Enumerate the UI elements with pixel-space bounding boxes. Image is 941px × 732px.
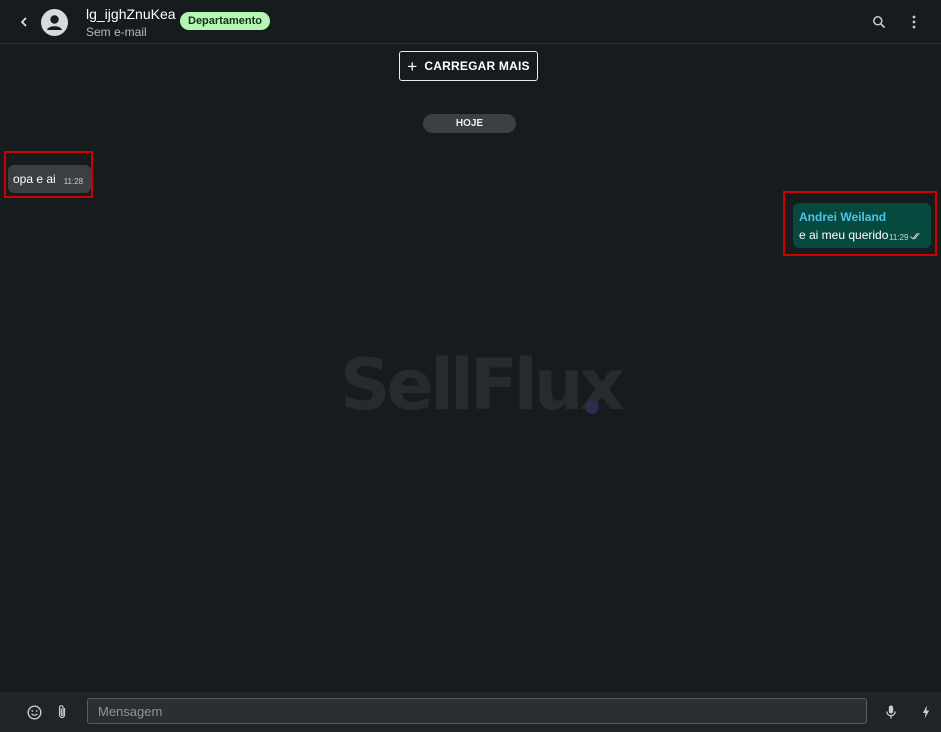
double-check-icon	[910, 232, 920, 240]
search-button[interactable]	[869, 12, 889, 32]
incoming-message-time: 11:28	[63, 177, 84, 186]
message-composer	[0, 692, 941, 732]
sender-name: Andrei Weiland	[799, 210, 887, 224]
chevron-left-icon	[20, 17, 27, 27]
search-icon	[873, 16, 886, 29]
chat-app: lg_ijghZnuKea Sem e-mail Departamento + …	[0, 0, 941, 732]
avatar-icon	[47, 15, 62, 30]
load-more-label: CARREGAR MAIS	[424, 59, 530, 73]
contact-name: lg_ijghZnuKea	[86, 6, 176, 22]
mic-icon	[886, 705, 896, 719]
chat-header: lg_ijghZnuKea Sem e-mail Departamento	[0, 0, 941, 44]
incoming-message[interactable]: opa e ai 11:28	[8, 165, 92, 193]
attach-icon	[58, 705, 66, 719]
attach-button[interactable]	[52, 702, 72, 722]
more-vert-icon	[912, 15, 916, 29]
outgoing-message[interactable]: Andrei Weiland e ai meu querido 11:29	[793, 203, 931, 248]
department-badge[interactable]: Departamento	[180, 12, 270, 30]
outgoing-message-time: 11:29	[889, 233, 909, 242]
contact-email: Sem e-mail	[86, 25, 147, 39]
mic-button[interactable]	[881, 702, 901, 722]
more-options-button[interactable]	[904, 12, 924, 32]
incoming-message-text: opa e ai	[13, 172, 56, 186]
date-separator: HOJE	[423, 114, 516, 133]
watermark-dot	[585, 400, 599, 414]
back-button[interactable]	[14, 12, 34, 32]
quick-reply-button[interactable]	[916, 702, 936, 722]
sellflux-watermark: SellFlux	[340, 344, 625, 426]
plus-icon: +	[407, 56, 418, 76]
emoji-button[interactable]	[24, 702, 44, 722]
avatar[interactable]	[41, 9, 68, 36]
load-more-button[interactable]: + CARREGAR MAIS	[399, 51, 538, 81]
bolt-icon	[922, 705, 930, 719]
emoji-icon	[26, 704, 42, 720]
message-input[interactable]	[87, 698, 867, 724]
outgoing-message-text: e ai meu querido	[799, 228, 889, 242]
